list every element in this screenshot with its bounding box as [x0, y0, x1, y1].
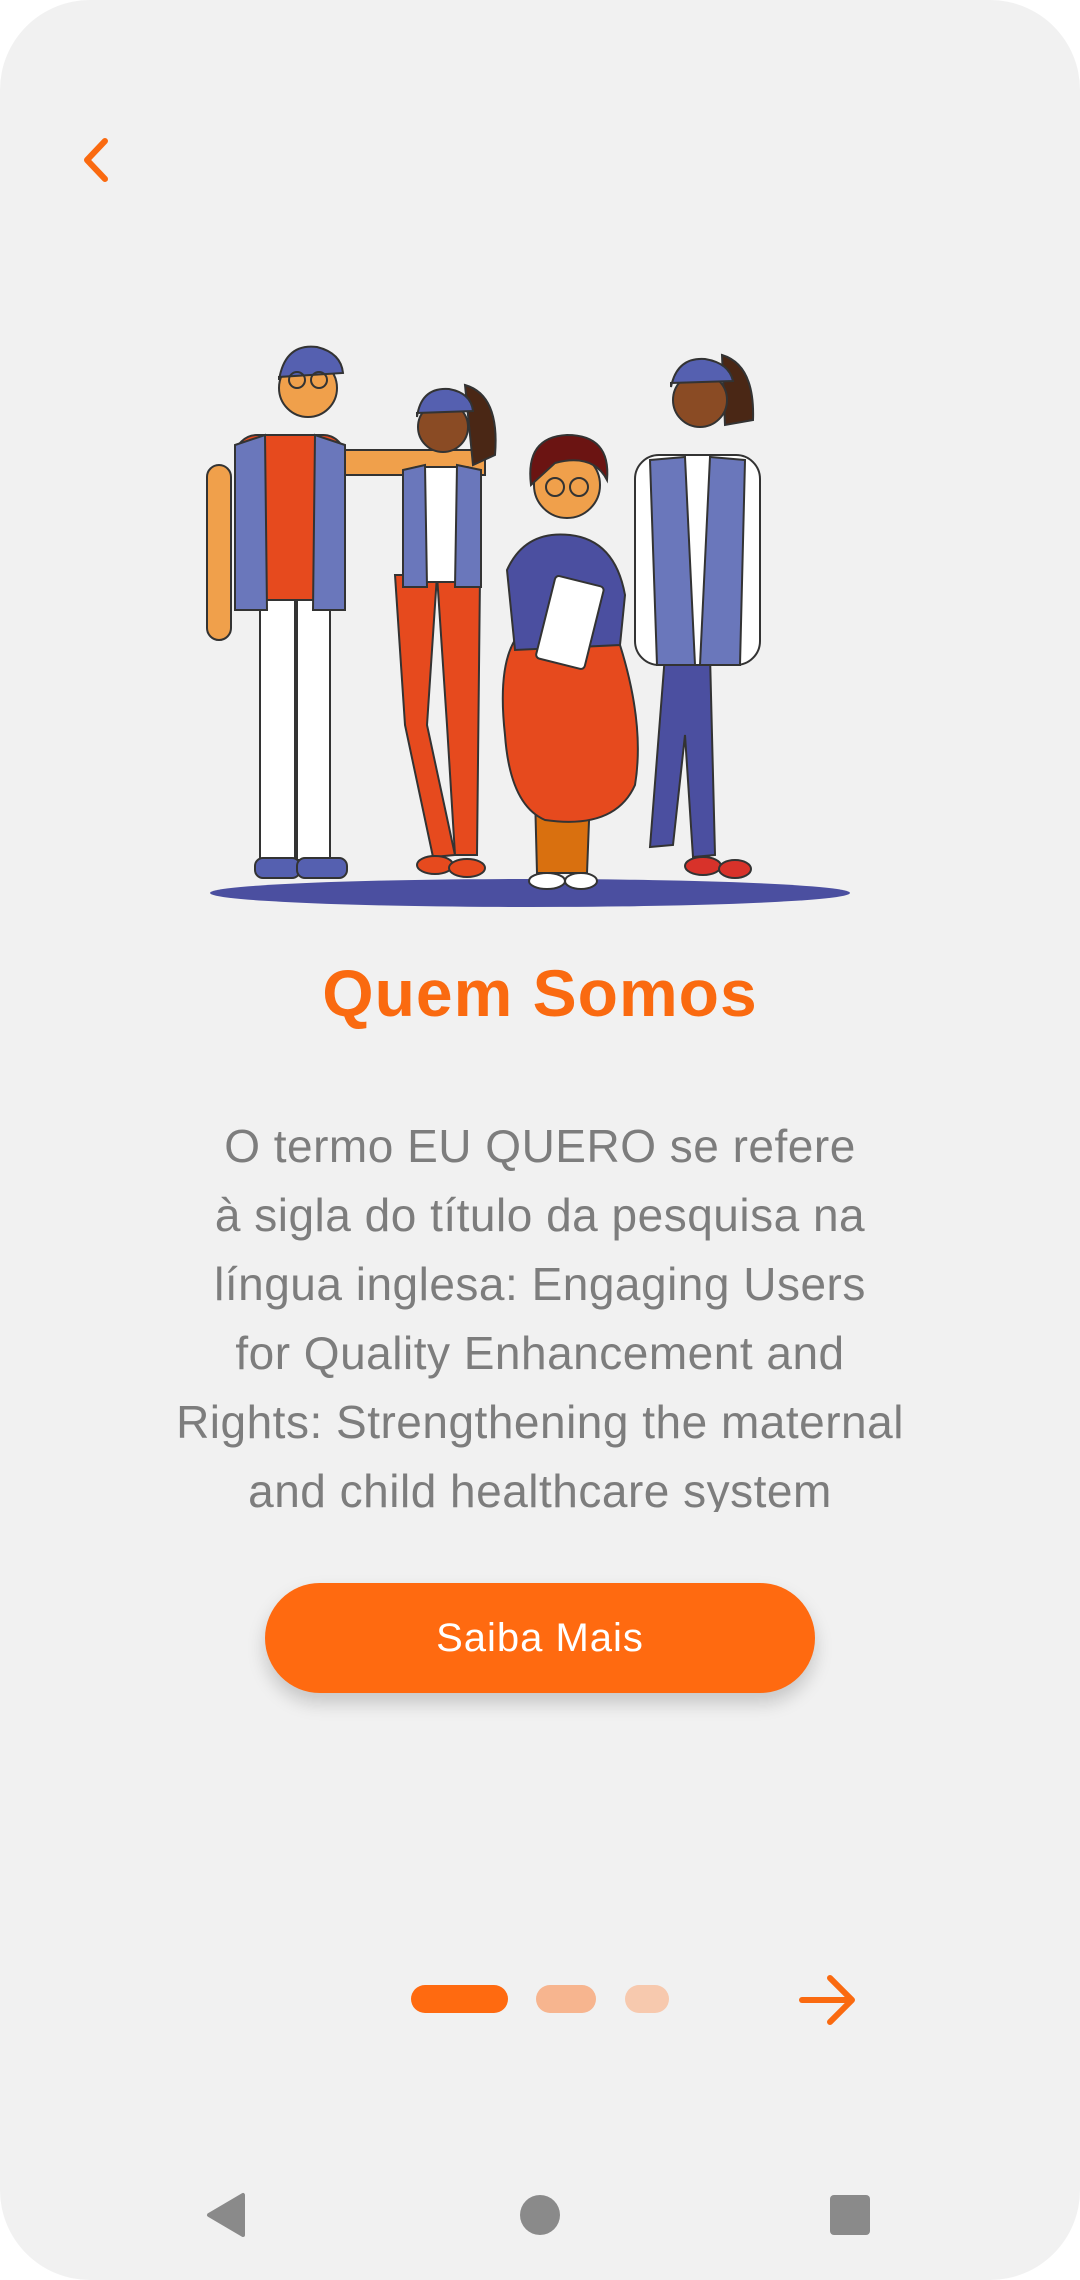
description-text: O termo EU QUERO se refere à sigla do tí… [130, 1112, 950, 1512]
system-back-button[interactable] [190, 2180, 260, 2250]
app-screen: Quem Somos O termo EU QUERO se refere à … [0, 0, 1080, 2280]
system-home-button[interactable] [505, 2180, 575, 2250]
triangle-back-icon [207, 2193, 245, 2237]
page-indicator-active[interactable] [411, 1985, 508, 2013]
arrow-right-icon [799, 1975, 855, 2025]
description-line: for Quality Enhancement and [235, 1327, 845, 1379]
page-indicator[interactable] [536, 1985, 596, 2013]
description-line: língua inglesa: Engaging Users [214, 1258, 866, 1310]
chevron-left-icon [84, 138, 108, 182]
system-recents-button[interactable] [815, 2180, 885, 2250]
description-line: Rights: Strengthening the maternal [176, 1396, 904, 1448]
next-button[interactable] [790, 1962, 866, 2038]
description-line: à sigla do título da pesquisa na [214, 1189, 866, 1241]
square-recents-icon [830, 2195, 870, 2235]
saiba-mais-button[interactable]: Saiba Mais [265, 1583, 815, 1693]
description-line: and child healthcare system [248, 1465, 832, 1512]
circle-home-icon [520, 2195, 560, 2235]
volunteers-group-illustration [206, 345, 850, 907]
page-indicator[interactable] [625, 1985, 669, 2013]
page-title: Quem Somos [322, 956, 758, 1030]
volunteer-figure-3 [501, 433, 639, 890]
volunteer-figure-4 [634, 353, 761, 879]
back-button[interactable] [60, 125, 130, 195]
description-line: O termo EU QUERO se refere [224, 1120, 856, 1172]
